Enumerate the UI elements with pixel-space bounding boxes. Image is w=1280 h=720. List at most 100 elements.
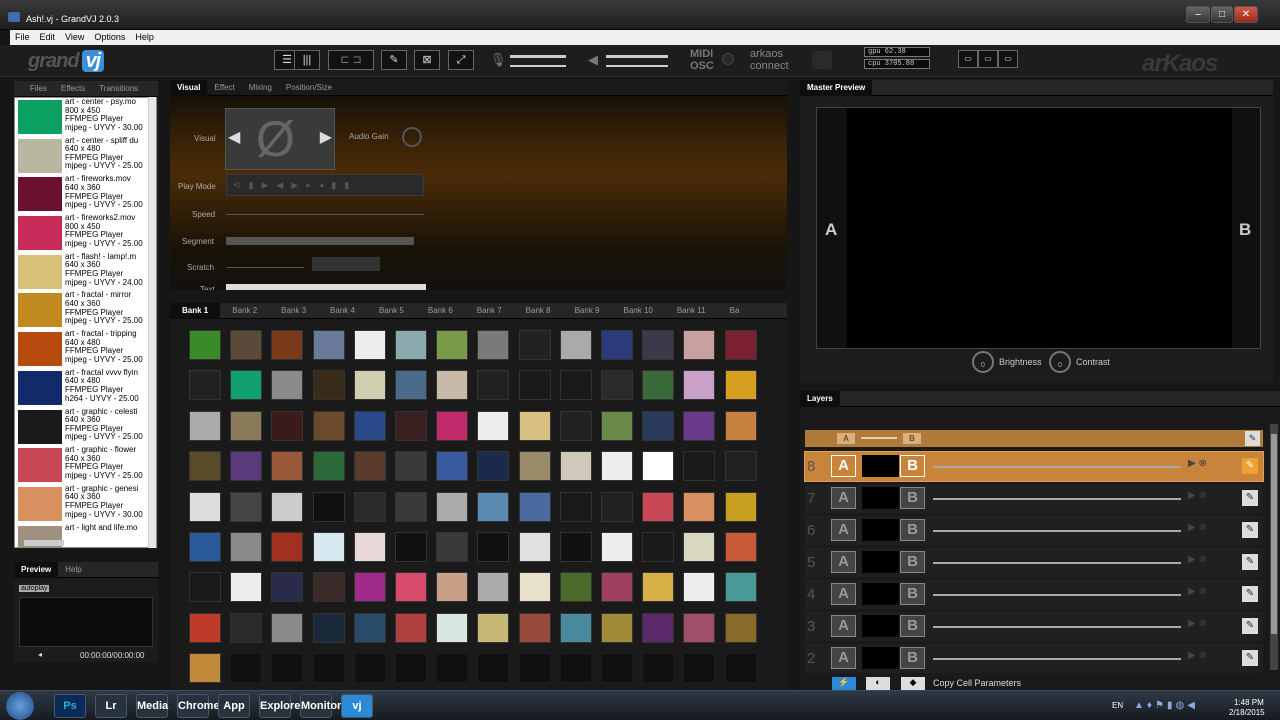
clip-cell[interactable]: [230, 451, 263, 482]
layer-row-8[interactable]: 8 A B ▶ ⊗ ✎: [804, 451, 1264, 482]
clip-cell[interactable]: [518, 572, 551, 603]
scratch-slider[interactable]: [226, 267, 304, 268]
clip-cell[interactable]: [559, 653, 592, 684]
clip-cell[interactable]: [230, 410, 263, 441]
tab-mixing[interactable]: Mixing: [242, 80, 279, 96]
file-list-scrollbar[interactable]: [148, 97, 156, 548]
segment-slider[interactable]: [226, 237, 414, 245]
tab-preview[interactable]: Preview: [14, 562, 59, 578]
copy-params-icon[interactable]: ◆: [901, 677, 925, 690]
clip-cell[interactable]: [642, 330, 675, 360]
taskbar-app-media[interactable]: Media: [136, 694, 168, 718]
play-mode-buttons[interactable]: ⟲▮▶◀▶▸◂▮▮: [226, 174, 424, 196]
clip-cell[interactable]: [312, 330, 345, 360]
clip-cell[interactable]: [518, 653, 551, 684]
layer-b-button[interactable]: B: [900, 455, 925, 477]
layer-a-button[interactable]: A: [831, 551, 856, 573]
clip-cell[interactable]: [395, 653, 427, 684]
visual-next-arrow[interactable]: ▶: [320, 127, 332, 147]
clip-cell[interactable]: [601, 653, 633, 684]
clip-cell[interactable]: [724, 532, 757, 562]
tab-bank-9[interactable]: Bank 9: [563, 303, 612, 319]
layer-opacity-slider[interactable]: [933, 466, 1181, 468]
layer-transport[interactable]: ▶ ⊗: [1188, 586, 1238, 602]
live-mode-icon[interactable]: ⚡: [832, 677, 856, 690]
tab-bank-8[interactable]: Bank 8: [514, 303, 563, 319]
layer-row-2[interactable]: 2 A B ▶ ⊗ ✎: [805, 644, 1263, 673]
layer-opacity-slider[interactable]: [933, 562, 1181, 564]
preview-speaker-icon[interactable]: ◂: [38, 650, 42, 659]
clip-cell[interactable]: [395, 330, 427, 360]
clip-cell[interactable]: [436, 330, 469, 360]
clip-cell[interactable]: [353, 410, 386, 441]
clip-cell[interactable]: [559, 370, 592, 401]
brightness-knob[interactable]: 0: [972, 351, 994, 373]
clip-cell[interactable]: [518, 451, 551, 482]
layer-a-button[interactable]: A: [831, 455, 856, 477]
tab-bank-1[interactable]: Bank 1: [170, 303, 221, 319]
file-item[interactable]: art - graphic - flower 640 x 360 FFMPEG Pl…: [15, 446, 156, 485]
tab-bank-11[interactable]: Bank 11: [665, 303, 718, 319]
audio-gain-knob[interactable]: [402, 127, 422, 147]
mic-volume-slider[interactable]: [510, 55, 566, 58]
clip-cell[interactable]: [436, 410, 469, 441]
taskbar-app-app[interactable]: App: [218, 694, 250, 718]
close-clip-icon[interactable]: ⊠: [414, 50, 440, 70]
menu-file[interactable]: File: [10, 30, 35, 44]
brush-icon[interactable]: ✎: [381, 50, 407, 70]
clip-cell[interactable]: [230, 572, 263, 603]
clip-cell[interactable]: [353, 572, 386, 603]
layer-opacity-slider[interactable]: [933, 498, 1181, 500]
speed-slider[interactable]: [226, 214, 424, 215]
clip-cell[interactable]: [353, 653, 386, 684]
layer-b-button[interactable]: B: [900, 487, 925, 509]
clip-cell[interactable]: [477, 410, 510, 441]
clip-cell[interactable]: [559, 491, 592, 522]
clip-cell[interactable]: [436, 572, 469, 603]
tab-bank-12[interactable]: Ba: [718, 303, 752, 319]
clip-cell[interactable]: [518, 370, 551, 401]
clip-cell[interactable]: [353, 532, 386, 562]
tab-effect[interactable]: Effect: [207, 80, 241, 96]
layer-edit-icon[interactable]: ✎: [1242, 554, 1258, 570]
layer-transport[interactable]: ▶ ⊗: [1188, 618, 1238, 634]
clip-cell[interactable]: [683, 653, 716, 684]
clip-cell[interactable]: [189, 410, 221, 441]
text-field[interactable]: [226, 284, 426, 290]
clip-cell[interactable]: [189, 572, 221, 603]
clip-cell[interactable]: [436, 491, 469, 522]
layer-b-button[interactable]: B: [900, 583, 925, 605]
clip-cell[interactable]: [642, 370, 675, 401]
layer-opacity-slider[interactable]: [933, 594, 1181, 596]
clip-cell[interactable]: [477, 330, 510, 360]
clip-cell[interactable]: [724, 410, 757, 441]
clip-cell[interactable]: [353, 451, 386, 482]
midi-osc-label[interactable]: MIDI OSC: [690, 48, 714, 72]
taskbar-app-ps[interactable]: Ps: [54, 694, 86, 718]
clip-cell[interactable]: [395, 451, 427, 482]
layer-row-5[interactable]: 5 A B ▶ ⊗ ✎: [805, 548, 1263, 577]
clip-cell[interactable]: [477, 491, 510, 522]
clip-cell[interactable]: [312, 370, 345, 401]
clip-cell[interactable]: [601, 532, 633, 562]
clip-cell[interactable]: [642, 410, 675, 441]
clip-cell[interactable]: [559, 612, 592, 643]
clip-cell[interactable]: [271, 612, 304, 643]
clip-cell[interactable]: [436, 370, 469, 401]
clip-cell[interactable]: [189, 491, 221, 522]
layer-opacity-slider[interactable]: [933, 626, 1181, 628]
clip-cell[interactable]: [395, 370, 427, 401]
layer-transport[interactable]: ▶ ⊗: [1188, 458, 1238, 474]
clip-cell[interactable]: [395, 532, 427, 562]
clip-cell[interactable]: [518, 410, 551, 441]
clip-cell[interactable]: [189, 370, 221, 401]
clip-cell[interactable]: [559, 572, 592, 603]
clip-cell[interactable]: [353, 370, 386, 401]
clip-cell[interactable]: [477, 612, 510, 643]
clip-cell[interactable]: [601, 370, 633, 401]
clip-cell[interactable]: [601, 572, 633, 603]
file-item[interactable]: art - fractal - tripping 640 x 480 FFMPEG …: [15, 330, 156, 369]
clip-cell[interactable]: [642, 491, 675, 522]
clip-cell[interactable]: [312, 491, 345, 522]
tab-files[interactable]: Files: [14, 81, 54, 97]
